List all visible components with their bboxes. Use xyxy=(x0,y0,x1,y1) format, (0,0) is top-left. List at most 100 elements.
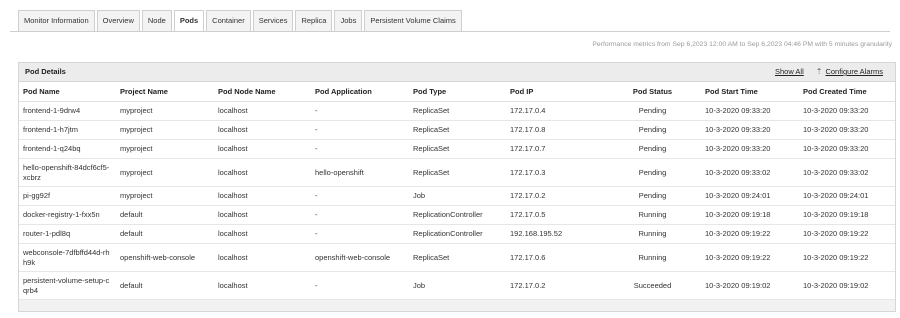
tab-node[interactable]: Node xyxy=(141,10,172,31)
table-cell: Running xyxy=(604,243,701,272)
table-cell: 10-3-2020 09:19:18 xyxy=(701,205,799,225)
table-cell: webconsole-7dfbffd44d-rhh9k xyxy=(19,243,116,272)
table-cell: 172.17.0.4 xyxy=(506,101,604,121)
column-header-pod-created-time[interactable]: Pod Created Time xyxy=(799,82,895,102)
table-cell: Succeeded xyxy=(604,271,701,300)
table-cell: ReplicationController xyxy=(409,205,506,225)
table-cell: default xyxy=(116,205,214,225)
table-cell: 10-3-2020 09:19:22 xyxy=(701,243,799,272)
table-cell: - xyxy=(311,101,409,121)
table-header-row: Pod Name Project Name Pod Node Name Pod App… xyxy=(19,82,895,102)
table-row[interactable]: hello-openshift-84dcf6cf5-xcbrz myproject… xyxy=(19,158,895,187)
table-row[interactable]: webconsole-7dfbffd44d-rhh9k openshift-web… xyxy=(19,243,895,272)
table-cell: router-1-pdl8q xyxy=(19,224,116,244)
column-header-pod-start-time[interactable]: Pod Start Time xyxy=(701,82,799,102)
table-row[interactable]: frontend-1-9drw4 myproject localhost - Repli… xyxy=(19,101,895,121)
table-cell: myproject xyxy=(116,120,214,140)
table-cell: Job xyxy=(409,271,506,300)
tab-replica[interactable]: Replica xyxy=(295,10,333,31)
table-cell: frontend-1-9drw4 xyxy=(19,101,116,121)
table-cell: localhost xyxy=(214,243,311,272)
table-cell: 10-3-2020 09:19:22 xyxy=(799,243,895,272)
tab-divider xyxy=(10,31,890,32)
table-cell: 10-3-2020 09:33:20 xyxy=(701,101,799,121)
panel-header: Pod Details Show All ⇡ Configure Alarms xyxy=(19,63,895,82)
table-cell: 10-3-2020 09:19:22 xyxy=(799,224,895,244)
table-cell: 10-3-2020 09:33:20 xyxy=(799,101,895,121)
table-cell: Running xyxy=(604,205,701,225)
table-cell: ReplicaSet xyxy=(409,243,506,272)
table-cell: Pending xyxy=(604,158,701,187)
table-cell: - xyxy=(311,186,409,206)
tab-persistent-volume-claims[interactable]: Persistent Volume Claims xyxy=(364,10,462,31)
table-cell: 172.17.0.3 xyxy=(506,158,604,187)
table-cell: 10-3-2020 09:33:20 xyxy=(701,120,799,140)
table-cell: docker-registry-1-fxx5n xyxy=(19,205,116,225)
table-cell: openshift-web-console xyxy=(311,243,409,272)
table-row[interactable]: pi-gg92f myproject localhost - Job 172.17.0.2… xyxy=(19,186,895,206)
table-cell: myproject xyxy=(116,158,214,187)
table-row[interactable]: router-1-pdl8q default localhost - Replicati… xyxy=(19,224,895,244)
table-cell: - xyxy=(311,139,409,159)
column-header-pod-application[interactable]: Pod Application xyxy=(311,82,409,102)
table-cell: ReplicaSet xyxy=(409,101,506,121)
table-cell: hello-openshift-84dcf6cf5-xcbrz xyxy=(19,158,116,187)
tab-services[interactable]: Services xyxy=(252,10,294,31)
pod-details-panel: Pod Details Show All ⇡ Configure Alarms … xyxy=(18,62,896,312)
table-row[interactable]: frontend-1-q24bq myproject localhost - Repli… xyxy=(19,139,895,159)
table-cell: Running xyxy=(604,224,701,244)
column-header-pod-ip[interactable]: Pod IP xyxy=(506,82,604,102)
panel-actions: Show All ⇡ Configure Alarms xyxy=(775,63,883,81)
tab-monitor-information[interactable]: Monitor Information xyxy=(18,10,95,31)
configure-alarms-link[interactable]: Configure Alarms xyxy=(825,63,883,81)
column-header-pod-node-name[interactable]: Pod Node Name xyxy=(214,82,311,102)
table-cell: 172.17.0.8 xyxy=(506,120,604,140)
table-cell: myproject xyxy=(116,186,214,206)
table-cell: localhost xyxy=(214,158,311,187)
alarm-config-icon[interactable]: ⇡ xyxy=(816,63,823,81)
tab-pods[interactable]: Pods xyxy=(173,10,205,32)
column-header-pod-type[interactable]: Pod Type xyxy=(409,82,506,102)
table-cell: 10-3-2020 09:33:20 xyxy=(701,139,799,159)
table-cell: Pending xyxy=(604,186,701,206)
show-all-link[interactable]: Show All xyxy=(775,63,804,81)
table-cell: localhost xyxy=(214,101,311,121)
column-header-pod-name[interactable]: Pod Name xyxy=(19,82,116,102)
table-cell: ReplicaSet xyxy=(409,120,506,140)
table-cell: 192.168.195.52 xyxy=(506,224,604,244)
tab-bar: Monitor Information Overview Node Pods Conta… xyxy=(18,10,464,32)
table-cell: myproject xyxy=(116,139,214,159)
table-cell: - xyxy=(311,205,409,225)
table-cell: ReplicationController xyxy=(409,224,506,244)
table-cell: localhost xyxy=(214,120,311,140)
table-cell: 172.17.0.5 xyxy=(506,205,604,225)
table-row[interactable]: docker-registry-1-fxx5n default localhost -… xyxy=(19,205,895,225)
table-cell: 172.17.0.6 xyxy=(506,243,604,272)
table-cell: - xyxy=(311,271,409,300)
table-cell: hello-openshift xyxy=(311,158,409,187)
table-cell: 10-3-2020 09:33:20 xyxy=(799,139,895,159)
table-cell: 10-3-2020 09:19:22 xyxy=(701,224,799,244)
table-cell: 10-3-2020 09:19:02 xyxy=(799,271,895,300)
table-cell: 10-3-2020 09:19:02 xyxy=(701,271,799,300)
table-cell: localhost xyxy=(214,224,311,244)
table-row[interactable]: frontend-1-h7jtm myproject localhost - Repli… xyxy=(19,120,895,140)
table-cell: 10-3-2020 09:24:01 xyxy=(701,186,799,206)
tab-container[interactable]: Container xyxy=(206,10,251,31)
table-cell: ReplicaSet xyxy=(409,158,506,187)
table-cell: myproject xyxy=(116,101,214,121)
table-cell: localhost xyxy=(214,139,311,159)
tab-overview[interactable]: Overview xyxy=(96,10,140,31)
tab-jobs[interactable]: Jobs xyxy=(334,10,363,31)
column-header-pod-status[interactable]: Pod Status xyxy=(604,82,701,102)
table-cell: - xyxy=(311,224,409,244)
pod-table: Pod Name Project Name Pod Node Name Pod App… xyxy=(19,82,895,300)
table-cell: Pending xyxy=(604,139,701,159)
table-cell: default xyxy=(116,224,214,244)
table-cell: Job xyxy=(409,186,506,206)
table-cell: ReplicaSet xyxy=(409,139,506,159)
table-cell: localhost xyxy=(214,205,311,225)
performance-note: Performance metrics from Sep 6,2023 12:0… xyxy=(592,41,892,48)
column-header-project-name[interactable]: Project Name xyxy=(116,82,214,102)
table-row[interactable]: persistent-volume-setup-cqrb4 default loca… xyxy=(19,271,895,300)
